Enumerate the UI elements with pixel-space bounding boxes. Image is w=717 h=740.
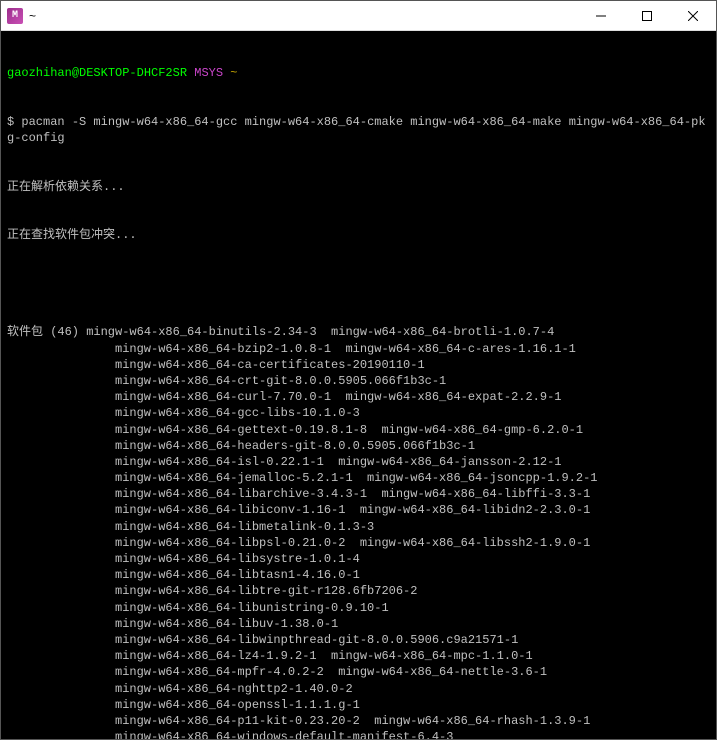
- package-line: mingw-w64-x86_64-libmetalink-0.1.3-3: [7, 519, 710, 535]
- window: M ~ gaozhihan@DESKTOP-DHCF2SR MSYS ~ $ p…: [0, 0, 717, 740]
- package-line: mingw-w64-x86_64-openssl-1.1.1.g-1: [7, 697, 710, 713]
- status-resolving: 正在解析依赖关系...: [7, 179, 710, 195]
- package-line: 软件包 (46) mingw-w64-x86_64-binutils-2.34-…: [7, 324, 710, 340]
- app-icon: M: [7, 8, 23, 24]
- package-line: mingw-w64-x86_64-libunistring-0.9.10-1: [7, 600, 710, 616]
- minimize-button[interactable]: [578, 1, 624, 30]
- command-text: pacman -S mingw-w64-x86_64-gcc mingw-w64…: [7, 115, 706, 145]
- prompt-user: gaozhihan: [7, 66, 72, 80]
- window-controls: [578, 1, 716, 30]
- package-line: mingw-w64-x86_64-windows-default-manifes…: [7, 729, 710, 739]
- package-line: mingw-w64-x86_64-jemalloc-5.2.1-1 mingw-…: [7, 470, 710, 486]
- prompt-at: @: [72, 66, 79, 80]
- package-line: mingw-w64-x86_64-gcc-libs-10.1.0-3: [7, 405, 710, 421]
- minimize-icon: [596, 11, 606, 21]
- package-line: mingw-w64-x86_64-libtasn1-4.16.0-1: [7, 567, 710, 583]
- titlebar[interactable]: M ~: [1, 1, 716, 31]
- package-line: mingw-w64-x86_64-libtre-git-r128.6fb7206…: [7, 583, 710, 599]
- package-line: mingw-w64-x86_64-nghttp2-1.40.0-2: [7, 681, 710, 697]
- package-line: mingw-w64-x86_64-lz4-1.9.2-1 mingw-w64-x…: [7, 648, 710, 664]
- prompt-path: ~: [230, 66, 237, 80]
- package-line: mingw-w64-x86_64-isl-0.22.1-1 mingw-w64-…: [7, 454, 710, 470]
- package-line: mingw-w64-x86_64-libiconv-1.16-1 mingw-w…: [7, 502, 710, 518]
- close-button[interactable]: [670, 1, 716, 30]
- package-line: mingw-w64-x86_64-ca-certificates-2019011…: [7, 357, 710, 373]
- package-line: mingw-w64-x86_64-gettext-0.19.8.1-8 ming…: [7, 422, 710, 438]
- prompt-line: gaozhihan@DESKTOP-DHCF2SR MSYS ~: [7, 65, 710, 81]
- status-checking: 正在查找软件包冲突...: [7, 227, 710, 243]
- package-line: mingw-w64-x86_64-crt-git-8.0.0.5905.066f…: [7, 373, 710, 389]
- window-title: ~: [29, 9, 578, 23]
- package-line: mingw-w64-x86_64-mpfr-4.0.2-2 mingw-w64-…: [7, 664, 710, 680]
- maximize-icon: [642, 11, 652, 21]
- package-list: 软件包 (46) mingw-w64-x86_64-binutils-2.34-…: [7, 324, 710, 739]
- prompt-symbol: $: [7, 115, 14, 129]
- package-line: mingw-w64-x86_64-libpsl-0.21.0-2 mingw-w…: [7, 535, 710, 551]
- package-line: mingw-w64-x86_64-libwinpthread-git-8.0.0…: [7, 632, 710, 648]
- package-line: mingw-w64-x86_64-libuv-1.38.0-1: [7, 616, 710, 632]
- blank-line: [7, 276, 710, 292]
- terminal[interactable]: gaozhihan@DESKTOP-DHCF2SR MSYS ~ $ pacma…: [1, 31, 716, 739]
- package-line: mingw-w64-x86_64-bzip2-1.0.8-1 mingw-w64…: [7, 341, 710, 357]
- prompt-host: DESKTOP-DHCF2SR: [79, 66, 187, 80]
- package-line: mingw-w64-x86_64-curl-7.70.0-1 mingw-w64…: [7, 389, 710, 405]
- package-line: mingw-w64-x86_64-p11-kit-0.23.20-2 mingw…: [7, 713, 710, 729]
- maximize-button[interactable]: [624, 1, 670, 30]
- package-line: mingw-w64-x86_64-headers-git-8.0.0.5905.…: [7, 438, 710, 454]
- package-line: mingw-w64-x86_64-libarchive-3.4.3-1 ming…: [7, 486, 710, 502]
- close-icon: [688, 11, 698, 21]
- package-line: mingw-w64-x86_64-libsystre-1.0.1-4: [7, 551, 710, 567]
- command-line: $ pacman -S mingw-w64-x86_64-gcc mingw-w…: [7, 114, 710, 146]
- prompt-shell: MSYS: [194, 66, 223, 80]
